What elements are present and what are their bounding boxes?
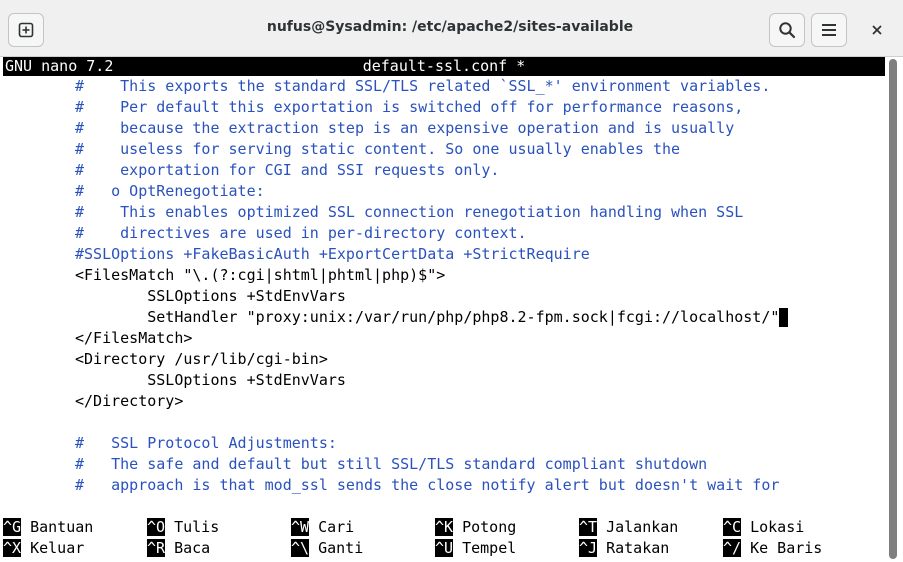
shortcut-justify[interactable]: ^J Ratakan (579, 538, 669, 559)
editor-line-text: SetHandler "proxy:unix:/var/run/php/php8… (75, 308, 780, 326)
window-titlebar: nufus@Sysadmin: /etc/apache2/sites-avail… (0, 0, 903, 57)
hamburger-menu-icon (822, 24, 836, 36)
close-icon (872, 25, 882, 35)
window-title: nufus@Sysadmin: /etc/apache2/sites-avail… (266, 19, 634, 35)
editor-line: #SSLOptions +FakeBasicAuth +ExportCertDa… (75, 245, 590, 263)
editor-line: # useless for serving static content. So… (75, 140, 681, 158)
editor-line: # o OptRenegotiate: (75, 182, 265, 200)
new-tab-icon (18, 22, 34, 38)
editor-line: # because the extraction step is an expe… (75, 119, 735, 137)
shortcut-label: Ratakan (606, 539, 670, 557)
editor-line: # directives are used in per-directory c… (75, 224, 527, 242)
shortcut-key: ^X (3, 539, 22, 557)
editor-line: # Per default this exportation is switch… (75, 98, 744, 116)
search-button[interactable] (769, 13, 805, 47)
terminal-area[interactable]: default-ssl.conf * GNU nano 7.2 # This e… (0, 57, 903, 562)
shortcut-label: Tempel (462, 539, 517, 557)
shortcut-key: ^\ (291, 539, 310, 557)
editor-line: </Directory> (75, 392, 184, 410)
menu-button[interactable] (811, 13, 847, 47)
editor-line: # This enables optimized SSL connection … (75, 203, 744, 221)
editor-line: # The safe and default but still SSL/TLS… (75, 455, 708, 473)
shortcut-execute[interactable]: ^T Jalankan (579, 517, 678, 538)
shortcut-replace[interactable]: ^\ Ganti (291, 538, 363, 559)
search-icon (779, 22, 796, 39)
editor-line: # exportation for CGI and SSI requests o… (75, 161, 500, 179)
shortcut-key: ^W (291, 518, 310, 536)
shortcut-key: ^J (579, 539, 598, 557)
shortcut-key: ^/ (723, 539, 742, 557)
editor-line: # SSL Protocol Adjustments: (75, 434, 337, 452)
editor-line: # This exports the standard SSL/TLS rela… (75, 77, 771, 95)
shortcut-write[interactable]: ^O Tulis (147, 517, 219, 538)
shortcut-where-is[interactable]: ^W Cari (291, 517, 354, 538)
editor-line-current: SetHandler "proxy:unix:/var/run/php/php8… (75, 307, 789, 328)
shortcut-key: ^U (435, 539, 454, 557)
shortcut-label: Bantuan (30, 518, 94, 536)
shortcut-label: Tulis (174, 518, 220, 536)
editor-line: <FilesMatch "\.(?:cgi|shtml|phtml|php)$"… (75, 266, 446, 284)
shortcut-label: Ke Baris (750, 539, 823, 557)
shortcut-location[interactable]: ^C Lokasi (723, 517, 804, 538)
shortcut-label: Potong (462, 518, 517, 536)
close-window-button[interactable] (859, 13, 895, 47)
shortcut-key: ^G (3, 518, 22, 536)
shortcut-go-to-line[interactable]: ^/ Ke Baris (723, 538, 822, 559)
shortcut-label: Ganti (318, 539, 364, 557)
shortcut-read-file[interactable]: ^R Baca (147, 538, 210, 559)
shortcut-label: Lokasi (750, 518, 805, 536)
shortcut-cut[interactable]: ^K Potong (435, 517, 516, 538)
nano-version: GNU nano 7.2 (5, 57, 114, 75)
shortcut-key: ^K (435, 518, 454, 536)
shortcut-paste[interactable]: ^U Tempel (435, 538, 516, 559)
shortcut-label: Keluar (30, 539, 85, 557)
editor-line: SSLOptions +StdEnvVars (75, 287, 346, 305)
shortcut-key: ^R (147, 539, 166, 557)
shortcut-help[interactable]: ^G Bantuan (3, 517, 93, 538)
shortcut-label: Cari (318, 518, 355, 536)
nano-header-bar: default-ssl.conf * GNU nano 7.2 (3, 57, 885, 76)
shortcut-label: Jalankan (606, 518, 679, 536)
editor-line: # approach is that mod_ssl sends the clo… (75, 476, 780, 494)
new-tab-button[interactable] (8, 13, 44, 47)
editor-line: SSLOptions +StdEnvVars (75, 371, 346, 389)
shortcut-key: ^O (147, 518, 166, 536)
shortcut-key: ^C (723, 518, 742, 536)
nano-filename: default-ssl.conf * (362, 57, 526, 75)
shortcut-label: Baca (174, 539, 211, 557)
shortcut-key: ^T (579, 518, 598, 536)
editor-line: </FilesMatch> (75, 329, 193, 347)
scrollbar-thumb[interactable] (889, 59, 897, 559)
shortcut-exit[interactable]: ^X Keluar (3, 538, 84, 559)
text-cursor (779, 308, 789, 327)
editor-line: <Directory /usr/lib/cgi-bin> (75, 350, 328, 368)
